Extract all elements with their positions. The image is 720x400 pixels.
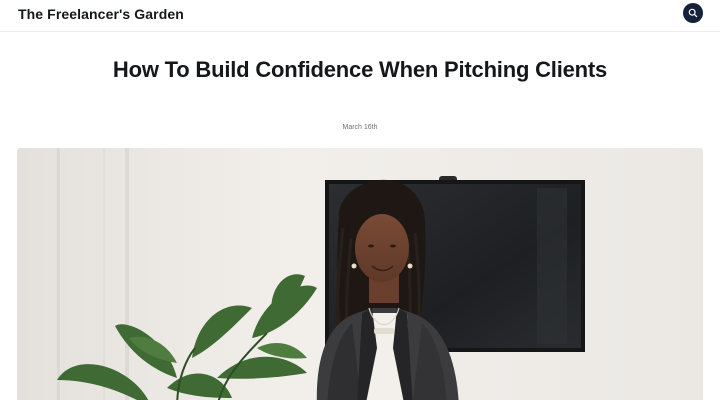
post-title: How To Build Confidence When Pitching Cl…: [112, 57, 608, 82]
site-header: The Freelancer's Garden: [0, 0, 720, 32]
feature-image: [17, 148, 703, 400]
search-icon: [688, 8, 698, 18]
site-title-link[interactable]: The Freelancer's Garden: [18, 5, 184, 23]
search-button[interactable]: [683, 3, 703, 23]
post-date: March 16th: [342, 124, 378, 131]
